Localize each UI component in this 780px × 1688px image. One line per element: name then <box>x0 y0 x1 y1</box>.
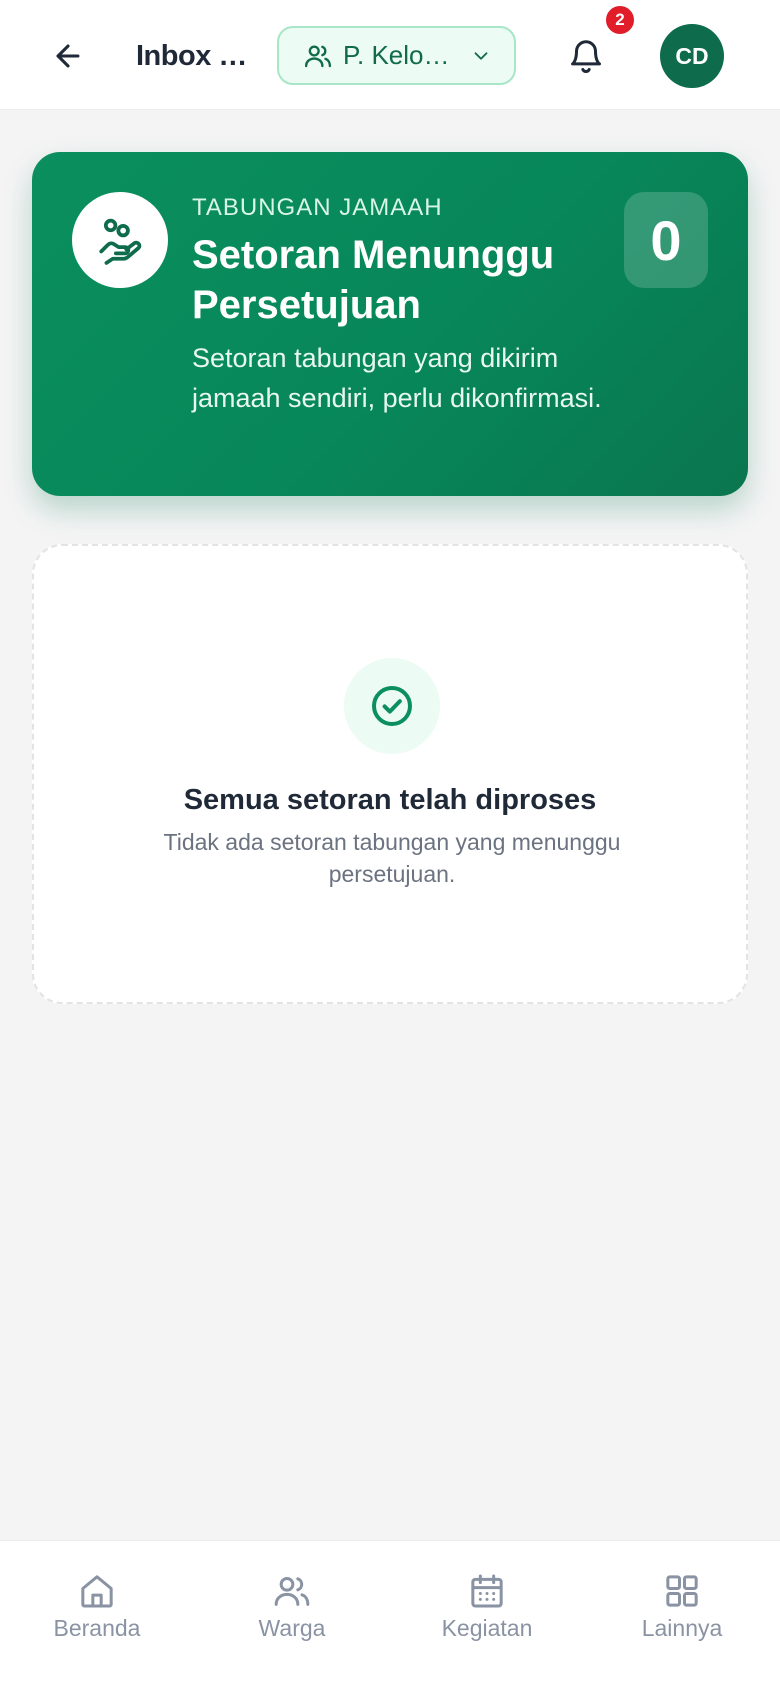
empty-state-icon-circle <box>344 658 440 754</box>
notifications-button[interactable] <box>560 30 612 82</box>
arrow-left-icon <box>56 44 80 68</box>
hero-description: Setoran tabungan yang dikirim jamaah sen… <box>192 343 602 413</box>
hero-title: Setoran Menunggu Persetujuan <box>192 233 555 327</box>
app-root: Inbox Tabungan P. Kelompok 2 CD <box>0 0 780 1688</box>
calendar-icon <box>471 1574 503 1608</box>
nav-item-beranda[interactable]: Beranda <box>17 1571 177 1651</box>
home-icon <box>81 1575 113 1608</box>
hero-icon-circle <box>72 192 168 288</box>
top-bar: Inbox Tabungan P. Kelompok 2 CD <box>0 0 780 110</box>
users-icon <box>274 1577 310 1606</box>
bell-icon <box>571 40 601 73</box>
grid-icon <box>666 1575 698 1607</box>
nav-label-beranda: Beranda <box>53 1615 141 1641</box>
hero-eyebrow: TABUNGAN JAMAAH <box>192 194 443 221</box>
empty-state-description: Tidak ada setoran tabungan yang menunggu… <box>163 829 621 887</box>
nav-item-lainnya[interactable]: Lainnya <box>602 1571 762 1651</box>
hand-coins-icon <box>99 218 142 265</box>
pending-count: 0 <box>624 192 708 288</box>
nav-label-warga: Warga <box>258 1615 326 1641</box>
bottom-nav: Beranda Warga Kegiatan Lainnya <box>0 1540 780 1688</box>
group-select[interactable]: P. Kelompok <box>277 26 516 85</box>
pending-deposits-card: TABUNGAN JAMAAH Setoran Menunggu Persetu… <box>32 152 748 496</box>
empty-state-card: Semua setoran telah diproses Tidak ada s… <box>32 544 748 1004</box>
nav-item-warga[interactable]: Warga <box>212 1571 372 1651</box>
notification-badge: 2 <box>604 4 636 36</box>
nav-label-kegiatan: Kegiatan <box>441 1615 533 1641</box>
nav-label-lainnya: Lainnya <box>641 1615 723 1641</box>
users-icon <box>304 44 332 67</box>
group-select-value: P. Kelompok <box>343 40 470 70</box>
page-title: Inbox Tabungan <box>136 40 260 72</box>
chevron-down-icon <box>474 51 488 60</box>
back-button[interactable] <box>44 30 92 82</box>
nav-item-kegiatan[interactable]: Kegiatan <box>407 1571 567 1651</box>
check-circle-icon <box>372 686 412 726</box>
empty-state-title: Semua setoran telah diproses <box>183 784 597 816</box>
avatar[interactable]: CD <box>660 24 724 88</box>
